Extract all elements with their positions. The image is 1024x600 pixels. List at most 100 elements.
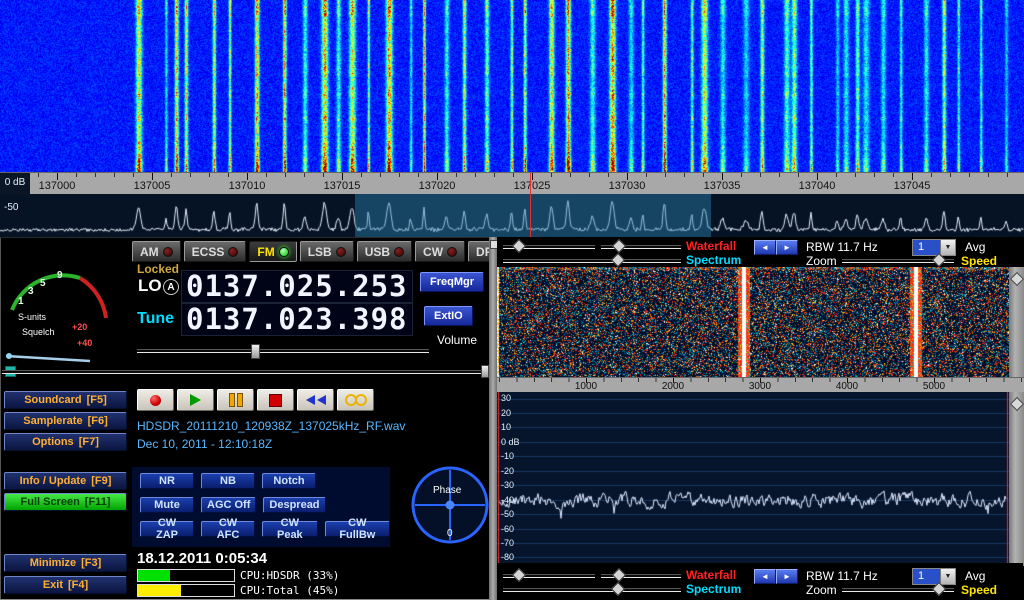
- left-arrow-icon: ◄: [761, 243, 769, 252]
- pause-button[interactable]: [217, 389, 254, 411]
- mode-lsb[interactable]: LSB: [300, 241, 354, 262]
- lock-badge-icon[interactable]: A: [163, 279, 179, 295]
- avg-dropdown[interactable]: 1 ▼: [912, 239, 956, 256]
- stop-icon: [269, 394, 282, 407]
- button-hotkey: [F3]: [81, 557, 101, 569]
- despread-button[interactable]: Despread: [263, 497, 325, 513]
- mode-led-icon: [336, 247, 346, 257]
- af-spectrum-panel[interactable]: 30 20 10 0 dB -10 -20 -30 -40 -50 -60 -7…: [497, 392, 1009, 563]
- scale-tick: [912, 173, 913, 180]
- nb-button[interactable]: NB: [201, 473, 255, 489]
- spectrum-range-thumb[interactable]: [611, 253, 625, 267]
- af-gain-slider-thumb[interactable]: [481, 365, 489, 378]
- af-spectrum[interactable]: [497, 392, 1009, 563]
- tune-frequency-display[interactable]: 0137.023.398: [181, 303, 413, 336]
- avg-dropdown[interactable]: 1 ▼: [912, 568, 956, 585]
- brightness-slider-thumb[interactable]: [512, 568, 526, 582]
- waterfall-toggle[interactable]: Waterfall: [686, 568, 736, 582]
- mute-button[interactable]: Mute: [140, 497, 194, 513]
- rewind-button[interactable]: [297, 389, 334, 411]
- zoom-label: Zoom: [806, 583, 837, 597]
- mode-ecss[interactable]: ECSS: [184, 241, 247, 262]
- recording-date: Dec 10, 2011 - 12:10:18Z: [137, 437, 272, 451]
- main-waterfall[interactable]: [0, 0, 1024, 172]
- scrollbar-handle[interactable]: [1010, 272, 1024, 286]
- mode-usb[interactable]: USB: [357, 241, 412, 262]
- mode-cw[interactable]: CW: [415, 241, 465, 262]
- notch-button[interactable]: Notch: [262, 473, 316, 489]
- dropdown-arrow-icon[interactable]: ▼: [940, 569, 955, 584]
- frequency-scale[interactable]: 137000 137005 137010 137015 137020 13702…: [0, 172, 1024, 195]
- main-spectrum-panel[interactable]: -50: [0, 194, 1024, 238]
- mode-am[interactable]: AM: [132, 241, 181, 262]
- rf-waterfall[interactable]: [497, 267, 1009, 377]
- fullscreen-button[interactable]: Full Screen[F11]: [4, 493, 127, 511]
- agc-button[interactable]: AGC Off: [201, 497, 256, 513]
- s-meter: 1 3 5 9 +20 +40: [2, 240, 128, 372]
- tune-cursor-line: [530, 194, 531, 237]
- shift-right-button[interactable]: ►: [776, 569, 798, 584]
- cw-zap-button[interactable]: CW ZAP: [140, 521, 194, 537]
- contrast-slider-thumb[interactable]: [612, 239, 626, 253]
- nr-button[interactable]: NR: [140, 473, 194, 489]
- smeter-scale-number-red: +40: [77, 338, 92, 348]
- cw-afc-button[interactable]: CW AFC: [201, 521, 255, 537]
- samplerate-button[interactable]: Samplerate[F6]: [4, 412, 127, 430]
- options-button[interactable]: Options[F7]: [4, 433, 127, 451]
- cpu-hdsdr-meter: [137, 569, 235, 582]
- waterfall-toggle[interactable]: Waterfall: [686, 239, 736, 253]
- info-update-button[interactable]: Info / Update[F9]: [4, 472, 127, 490]
- play-button[interactable]: [177, 389, 214, 411]
- dsp-row: CW ZAP CW AFC CW Peak CW FullBw: [140, 521, 390, 537]
- record-button[interactable]: [137, 389, 174, 411]
- contrast-slider-thumb[interactable]: [612, 568, 626, 582]
- rbw-readout[interactable]: RBW 11.7 Hz: [806, 569, 878, 583]
- scale-tick: [532, 173, 533, 180]
- cw-fullbw-button[interactable]: CW FullBw: [325, 521, 390, 537]
- mode-fm[interactable]: FM: [249, 241, 296, 262]
- minimize-button[interactable]: Minimize[F3]: [4, 554, 127, 572]
- shift-left-button[interactable]: ◄: [754, 240, 776, 255]
- freqmgr-button[interactable]: FreqMgr: [420, 272, 484, 292]
- cpu-hdsdr-label: CPU:HDSDR (33%): [240, 569, 339, 582]
- exit-button[interactable]: Exit[F4]: [4, 576, 127, 594]
- avg-label: Avg: [965, 569, 985, 583]
- mode-led-icon: [447, 247, 457, 257]
- stop-button[interactable]: [257, 389, 294, 411]
- shift-right-button[interactable]: ►: [776, 240, 798, 255]
- zoom-selection-overlay: [355, 194, 711, 237]
- spectrum-toggle[interactable]: Spectrum: [686, 253, 741, 267]
- db-scale-label: 10: [501, 422, 511, 432]
- lo-frequency-display[interactable]: 0137.025.253: [181, 270, 413, 303]
- cw-peak-button[interactable]: CW Peak: [262, 521, 318, 537]
- volume-slider[interactable]: [137, 349, 429, 353]
- scrollbar-handle[interactable]: [1010, 397, 1024, 411]
- af-gain-slider[interactable]: [2, 370, 488, 374]
- squelch-label[interactable]: Squelch: [22, 327, 55, 337]
- dropdown-arrow-icon[interactable]: ▼: [940, 240, 955, 255]
- spectrum-range-slider[interactable]: [503, 588, 681, 592]
- volume-slider-thumb[interactable]: [251, 344, 260, 359]
- spectrum-range-thumb[interactable]: [611, 582, 625, 596]
- extio-button[interactable]: ExtIO: [424, 306, 473, 326]
- soundcard-button[interactable]: Soundcard[F5]: [4, 391, 127, 409]
- spectrum-toggle[interactable]: Spectrum: [686, 582, 741, 596]
- dsp-row: NR NB Notch: [140, 473, 316, 489]
- freq-label: 137000: [27, 180, 87, 192]
- record-icon: [150, 395, 161, 406]
- db-scale-label: -10: [501, 451, 514, 461]
- shift-left-button[interactable]: ◄: [754, 569, 776, 584]
- smeter-scale-number: 5: [40, 278, 46, 289]
- locked-indicator[interactable]: Locked: [137, 262, 179, 276]
- mode-led-icon: [163, 247, 173, 257]
- pause-icon: [237, 393, 243, 407]
- rbw-readout[interactable]: RBW 11.7 Hz: [806, 240, 878, 254]
- scale-tick: [817, 173, 818, 180]
- panel-splitter[interactable]: [489, 237, 497, 600]
- spectrum-range-slider[interactable]: [503, 259, 681, 263]
- spectrum-right-scrollbar[interactable]: [1009, 392, 1024, 563]
- waterfall-right-scrollbar[interactable]: [1009, 267, 1024, 377]
- loop-button[interactable]: [337, 389, 374, 411]
- brightness-slider-thumb[interactable]: [512, 239, 526, 253]
- rf-scale-label: 2000: [648, 381, 698, 392]
